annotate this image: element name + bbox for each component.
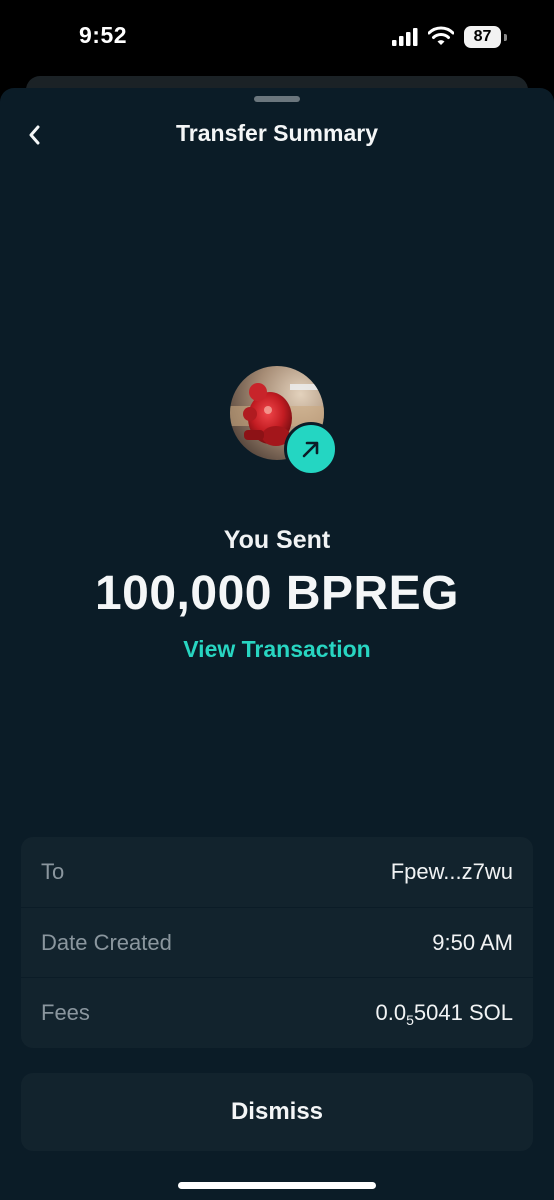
sent-label: You Sent (223, 526, 331, 554)
fees-label: Fees (41, 1000, 90, 1025)
dismiss-button[interactable]: Dismiss (21, 1073, 533, 1151)
sheet-grabber[interactable] (254, 96, 300, 102)
page-title: Transfer Summary (176, 120, 378, 146)
battery-indicator: 87 (464, 26, 507, 48)
fees-value-subscript: 5 (406, 1012, 414, 1028)
to-label: To (41, 859, 65, 884)
view-transaction-link[interactable]: View Transaction (0, 636, 554, 663)
detail-row-date: Date Created 9:50 AM (21, 907, 533, 978)
status-time: 9:52 (79, 22, 128, 48)
sent-amount: 100,000 BPREG (94, 567, 460, 620)
cellular-signal-icon (392, 28, 418, 46)
fees-value-suffix: 5041 SOL (413, 1000, 513, 1025)
date-created-value: 9:50 AM (432, 930, 513, 955)
status-bar: 9:52 87 (0, 0, 554, 76)
home-indicator (178, 1182, 376, 1189)
arrow-up-right-icon (302, 441, 319, 458)
date-created-label: Date Created (41, 930, 172, 955)
battery-level: 87 (473, 28, 492, 45)
detail-row-fees: Fees 0.055041 SOL (21, 977, 533, 1048)
detail-row-to: To Fpew...z7wu (21, 837, 533, 907)
fees-value: 0.055041 SOL (376, 978, 513, 1048)
sent-badge (284, 422, 338, 476)
wifi-icon (428, 26, 454, 45)
transfer-details-card: To Fpew...z7wu Date Created 9:50 AM Fees… (21, 837, 533, 1048)
transfer-summary-sheet: Transfer Summary You Sent 100,000 BPREG … (0, 88, 554, 1200)
to-address[interactable]: Fpew...z7wu (391, 837, 513, 907)
fees-value-prefix: 0.0 (375, 1000, 407, 1025)
